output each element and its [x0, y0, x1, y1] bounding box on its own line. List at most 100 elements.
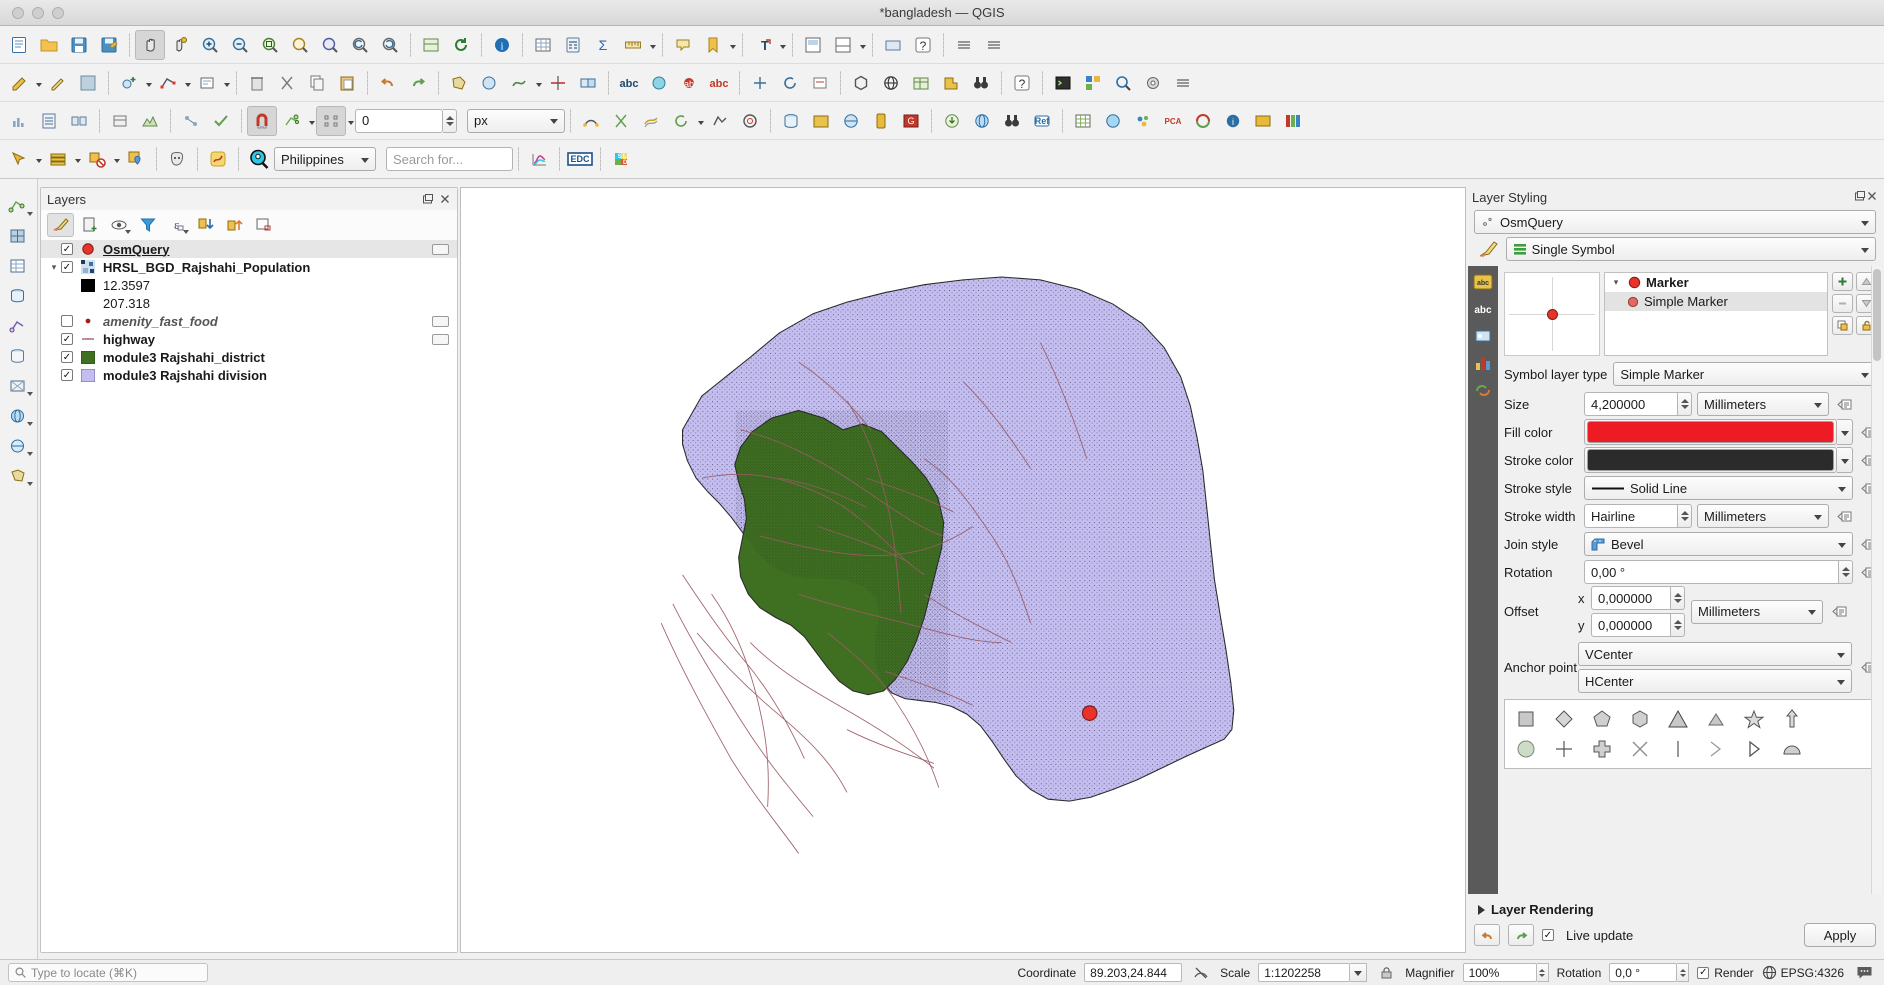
layer-rendering-collapser[interactable]: Layer Rendering — [1474, 898, 1876, 923]
shape-filled-arrowhead-icon[interactable] — [1741, 736, 1767, 762]
show-hide-labels-icon[interactable]: abc — [704, 68, 734, 98]
band-set-icon[interactable] — [1278, 106, 1308, 136]
zoom-in-icon[interactable] — [195, 30, 225, 60]
coordinate-value[interactable]: 89.203,24.844 — [1084, 963, 1183, 982]
globe-2-icon[interactable] — [967, 106, 997, 136]
rotation-stepper[interactable] — [1677, 963, 1690, 982]
close-styling-panel-icon[interactable] — [1866, 190, 1878, 205]
country-boundary-icon[interactable] — [203, 144, 233, 174]
raster-calc-icon[interactable] — [34, 106, 64, 136]
scissors-icon[interactable] — [606, 106, 636, 136]
topology-check-icon[interactable] — [176, 106, 206, 136]
add-raster-layer-icon[interactable] — [4, 223, 34, 249]
zoom-out-icon[interactable] — [225, 30, 255, 60]
info-icon[interactable]: i — [1218, 106, 1248, 136]
layer-row-2[interactable]: 12.3597 — [41, 276, 457, 294]
shape-arrowhead-icon[interactable] — [1703, 736, 1729, 762]
move-label-icon[interactable] — [745, 68, 775, 98]
python-console-icon[interactable] — [1048, 68, 1078, 98]
symbol-layer-tree[interactable]: ▾ Marker Simple Marker — [1604, 272, 1828, 356]
masks-tab-icon[interactable] — [1472, 326, 1494, 346]
undock-styling-panel-icon[interactable] — [1854, 190, 1866, 205]
shape-cross-filled-icon[interactable] — [1589, 736, 1615, 762]
open-layer-styling-panel-icon[interactable] — [47, 213, 74, 237]
style-manager-icon[interactable] — [878, 30, 908, 60]
layout-manager-icon[interactable] — [828, 30, 858, 60]
save-project-as-icon[interactable] — [94, 30, 124, 60]
pin-labels-icon[interactable]: ab — [674, 68, 704, 98]
layer-row-4[interactable]: amenity_fast_food — [41, 312, 457, 330]
statistical-summary-icon[interactable]: Σ — [588, 30, 618, 60]
styling-layer-select[interactable]: OsmQuery — [1474, 210, 1876, 234]
layer-filter-badge[interactable] — [432, 315, 449, 327]
profile-chart-icon[interactable] — [524, 144, 554, 174]
toggle-extents-icon[interactable] — [1190, 965, 1212, 981]
edc-icon[interactable]: EDC — [565, 144, 595, 174]
cluster-icon[interactable] — [1128, 106, 1158, 136]
select-features-icon[interactable] — [4, 144, 34, 174]
layer-row-6[interactable]: ✓ module3 Rajshahi_district — [41, 348, 457, 366]
add-vector-layer-icon[interactable] — [4, 193, 34, 219]
open-project-icon[interactable] — [34, 30, 64, 60]
osm-download-icon[interactable] — [937, 106, 967, 136]
semi-auto-classification-icon[interactable] — [1188, 106, 1218, 136]
add-mesh-layer-icon[interactable] — [4, 373, 34, 399]
symbol-tree-child-row[interactable]: Simple Marker — [1605, 292, 1827, 311]
history-tab-icon[interactable] — [1472, 380, 1494, 400]
shape-equilateral-triangle-icon[interactable] — [1703, 706, 1729, 732]
shape-circle-icon[interactable] — [1513, 736, 1539, 762]
filter-legend-expression-icon[interactable]: ε — [163, 213, 190, 237]
bookmark-dropdown-icon[interactable] — [728, 33, 737, 57]
snapping-tolerance-stepper[interactable] — [443, 108, 457, 133]
remove-layer-icon[interactable] — [250, 213, 277, 237]
layer-filter-badge[interactable] — [432, 333, 449, 345]
add-delimited-text-icon[interactable] — [4, 253, 34, 279]
snapping-tolerance-mode-icon[interactable] — [316, 105, 346, 136]
raster-terrain-icon[interactable] — [135, 106, 165, 136]
rotate-label-icon[interactable] — [775, 68, 805, 98]
matrix-tool-icon[interactable] — [1068, 106, 1098, 136]
render-toggle[interactable]: ✓ Render — [1697, 966, 1754, 980]
layer-visibility-checkbox[interactable]: ✓ — [61, 351, 73, 363]
modify-attributes-icon[interactable] — [192, 68, 222, 98]
add-ring-icon[interactable] — [735, 106, 765, 136]
metasearch-icon[interactable] — [836, 106, 866, 136]
save-project-icon[interactable] — [64, 30, 94, 60]
snapping-mode-icon[interactable] — [277, 106, 307, 136]
copy-features-icon[interactable] — [302, 68, 332, 98]
label-toolbar-icon[interactable]: abc — [614, 68, 644, 98]
layer-row-1[interactable]: ▾ ✓ HRSL_BGD_Rajshahi_Population — [41, 258, 457, 276]
scale-dropdown-icon[interactable] — [1350, 963, 1368, 982]
select-location-icon[interactable] — [121, 144, 151, 174]
open-data-source-icon[interactable] — [806, 106, 836, 136]
symbology-tab-icon[interactable]: abc — [1472, 272, 1494, 292]
select-by-expression-dropdown-icon[interactable] — [73, 147, 82, 171]
toggle-editing-icon[interactable] — [43, 68, 73, 98]
pan-to-selection-icon[interactable] — [165, 30, 195, 60]
stroke-width-input[interactable]: Hairline — [1584, 504, 1678, 528]
stroke-width-unit-select[interactable]: Millimeters — [1697, 504, 1829, 528]
qfield-icon[interactable] — [866, 106, 896, 136]
shape-half-square-icon[interactable] — [1779, 736, 1805, 762]
zonal-stats-icon[interactable] — [105, 106, 135, 136]
select-features-dropdown-icon[interactable] — [34, 147, 43, 171]
anchor-vertical-select[interactable]: VCenter — [1578, 642, 1852, 666]
map-tips-icon[interactable] — [668, 30, 698, 60]
layout-dropdown-icon[interactable] — [858, 33, 867, 57]
labels-tab-icon[interactable]: abc — [1472, 299, 1494, 319]
shape-pentagon-icon[interactable] — [1589, 706, 1615, 732]
layer-expander-icon[interactable]: ▾ — [47, 262, 61, 273]
undo-icon[interactable] — [373, 68, 403, 98]
align-raster-icon[interactable] — [64, 106, 94, 136]
enhance-icon[interactable] — [1248, 106, 1278, 136]
geometry-check-icon[interactable] — [206, 106, 236, 136]
new-map-view-icon[interactable] — [416, 30, 446, 60]
shape-square-icon[interactable] — [1513, 706, 1539, 732]
diagrams-tab-icon[interactable] — [1472, 353, 1494, 373]
live-update-toggle[interactable]: ✓ Live update — [1542, 928, 1633, 943]
globe-tool-icon[interactable] — [876, 68, 906, 98]
processing-toolbox-icon[interactable] — [1138, 68, 1168, 98]
shape-arrow-icon[interactable] — [1779, 706, 1805, 732]
apply-button[interactable]: Apply — [1804, 923, 1876, 947]
size-stepper[interactable] — [1678, 392, 1692, 416]
